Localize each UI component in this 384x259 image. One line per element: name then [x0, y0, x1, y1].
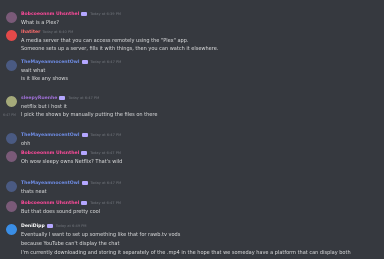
timestamp: Today at 6:47 PM — [90, 60, 122, 64]
timestamp: Today at 6:47 PM — [90, 181, 122, 185]
message-text: because YouTube can't display the chat — [21, 240, 120, 247]
message-text: I'm currently downloading and storing it… — [21, 249, 351, 256]
timestamp: Today at 6:39 PM — [90, 12, 121, 16]
username[interactable]: Bobcoeonnm Uhsnthel — [21, 151, 79, 156]
timestamp: Today at 6:47 PM — [90, 201, 121, 205]
timestamp: Today at 6:49 PM — [55, 224, 87, 228]
message-text: Oh wow sleepy owns Netflix? That's wild — [21, 159, 123, 165]
avatar[interactable] — [6, 201, 17, 212]
role-badge-icon — [81, 180, 88, 185]
message-header: TheMayeamnocentOwl Today at 6:47 PM — [21, 180, 121, 186]
role-badge-icon — [46, 223, 53, 228]
message-text: is it like any shows — [21, 75, 68, 82]
timestamp: Today at 6:47 PM — [90, 151, 121, 155]
role-badge-icon — [81, 150, 88, 155]
message-header: Bobcoeonnm Uhsnthel Today at 6:47 PM — [21, 150, 121, 156]
message-header: sleepyRuenhe Today at 6:47 PM — [21, 95, 99, 101]
user-avatar-icon — [6, 12, 17, 23]
message-text: A media server that you can access remot… — [21, 38, 189, 44]
user-avatar-icon — [6, 224, 17, 235]
user-avatar-icon — [6, 133, 17, 144]
message-header: Bobcoeonnm Uhsnthel Today at 6:39 PM — [21, 11, 121, 17]
timestamp: Today at 6:47 PM — [68, 96, 100, 100]
message-text: What is a Plex? — [21, 20, 59, 26]
avatar[interactable] — [6, 151, 17, 162]
username[interactable]: Bobcoeonnm Uhsnthel — [21, 12, 79, 17]
message-header: DeniDipp Today at 6:49 PM — [21, 223, 87, 229]
message-header: TheMayeamnocentOwl Today at 6:47 PM — [21, 132, 121, 138]
hover-timestamp: 6:47 PM — [3, 113, 16, 117]
timestamp: Today at 6:47 PM — [90, 133, 122, 137]
message-header: Ihatiter Today at 6:40 PM — [21, 29, 73, 35]
user-avatar-icon — [6, 181, 17, 192]
message-header: Bobcoeonnm Uhsnthel Today at 6:47 PM — [21, 200, 121, 206]
role-badge-icon — [59, 95, 66, 100]
message-text: wait what — [21, 68, 46, 74]
timestamp: Today at 6:40 PM — [42, 30, 74, 34]
user-avatar-icon — [6, 60, 17, 71]
user-avatar-icon — [6, 151, 17, 162]
message-text: ohh — [21, 141, 31, 147]
avatar[interactable] — [6, 181, 17, 192]
username[interactable]: TheMayeamnocentOwl — [21, 133, 80, 138]
message-header: TheMayeamnocentOwl Today at 6:47 PM — [21, 59, 121, 65]
user-avatar-icon — [6, 201, 17, 212]
avatar[interactable] — [6, 12, 17, 23]
username[interactable]: TheMayeamnocentOwl — [21, 181, 80, 186]
username[interactable]: sleepyRuenhe — [21, 96, 57, 101]
role-badge-icon — [81, 200, 88, 205]
message-text: netflix but i host it — [21, 104, 67, 110]
avatar[interactable] — [6, 96, 17, 107]
user-avatar-icon — [6, 30, 17, 41]
username[interactable]: Ihatiter — [21, 30, 40, 35]
message-text: But that does sound pretty cool — [21, 209, 101, 215]
avatar[interactable] — [6, 224, 17, 235]
message-text: Someone sets up a server, fills it with … — [21, 45, 219, 52]
message-text: thats neat — [21, 189, 47, 195]
user-avatar-icon — [6, 96, 17, 107]
chat-messages: Bobcoeonnm Uhsnthel Today at 6:39 PM What … — [0, 0, 384, 259]
username[interactable]: TheMayeamnocentOwl — [21, 60, 80, 65]
message-text: I pick the shows by manually putting the… — [21, 112, 158, 118]
username[interactable]: Bobcoeonnm Uhsnthel — [21, 201, 79, 206]
username[interactable]: DeniDipp — [21, 224, 45, 229]
avatar[interactable] — [6, 30, 17, 41]
role-badge-icon — [81, 11, 88, 16]
role-badge-icon — [81, 132, 88, 137]
avatar[interactable] — [6, 60, 17, 71]
avatar[interactable] — [6, 133, 17, 144]
role-badge-icon — [81, 59, 88, 64]
message-text: Eventually I want to set up something li… — [21, 232, 181, 238]
